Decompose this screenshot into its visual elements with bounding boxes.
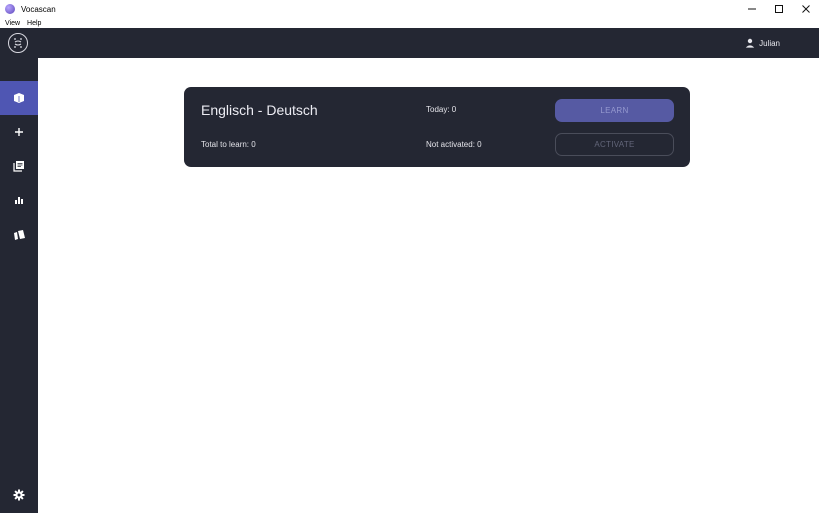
maximize-button[interactable] [765,0,792,18]
close-icon [801,5,810,13]
menu-bar: View Help [0,18,819,28]
window-controls [738,0,819,18]
app-header: Julian [0,28,819,58]
title-bar: Vocascan [0,0,819,18]
package-title: Englisch - Deutsch [201,102,318,118]
sidebar-item-cards[interactable] [0,218,38,252]
bar-chart-icon [15,197,23,204]
activate-button[interactable]: ACTIVATE [555,133,674,156]
gear-icon [13,489,25,501]
book-icon [14,93,24,103]
user-menu[interactable]: Julian [745,38,780,48]
sidebar-item-dashboard[interactable] [0,81,38,115]
sidebar-item-library[interactable] [0,149,38,183]
user-name: Julian [759,38,780,48]
window-title: Vocascan [21,4,56,14]
collection-icon [13,161,24,172]
cards-icon [13,230,25,240]
user-icon [745,38,755,48]
app-icon [5,4,15,14]
minimize-button[interactable] [738,0,765,18]
total-to-learn: Total to learn: 0 [201,140,256,149]
close-button[interactable] [792,0,819,18]
plus-icon [15,128,23,136]
menu-help[interactable]: Help [27,20,41,27]
today-count: Today: 0 [426,105,457,114]
menu-view[interactable]: View [5,20,20,27]
sidebar [0,58,38,513]
minimize-icon [747,8,756,10]
learn-button[interactable]: LEARN [555,99,674,122]
sidebar-item-add[interactable] [0,115,38,149]
maximize-icon [774,5,783,13]
vocascan-logo-icon[interactable] [8,33,28,53]
language-package-card: Englisch - Deutsch Total to learn: 0 Tod… [184,87,690,167]
sidebar-item-statistics[interactable] [0,183,38,217]
not-activated-count: Not activated: 0 [426,140,482,149]
sidebar-item-settings[interactable] [0,478,38,512]
